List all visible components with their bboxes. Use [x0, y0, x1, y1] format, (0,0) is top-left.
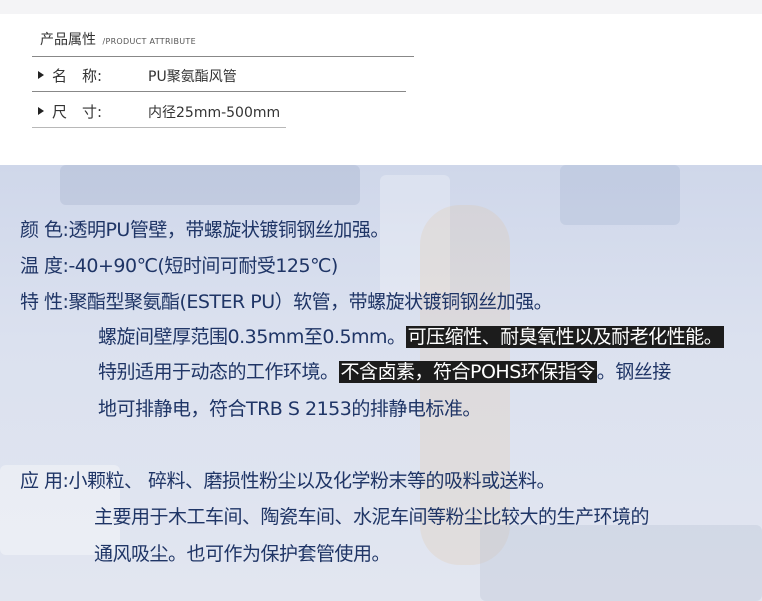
- spec-feature-line2: 螺旋间壁厚范围0.35mm至0.5mm。 可压缩性、耐臭氧性以及耐老化性能。: [98, 322, 725, 349]
- spec-highlight: 可压缩性、耐臭氧性以及耐老化性能。: [405, 326, 725, 348]
- spec-text: 小颗粒、 碎料、磨损性粉尘以及化学粉末等的吸料或送料。: [68, 470, 555, 492]
- bullet-triangle-icon: [38, 71, 44, 79]
- attribute-value: PU聚氨酯风管: [148, 69, 237, 85]
- spec-text: -40+90℃(短时间可耐受125℃): [68, 255, 338, 277]
- spec-label: 应 用:: [20, 470, 69, 492]
- attribute-row-name: 名 称: PU聚氨酯风管: [38, 65, 237, 86]
- spec-text: 主要用于木工车间、陶瓷车间、水泥车间等粉尘比较大的生产环境的: [94, 506, 650, 528]
- title-divider: [32, 56, 414, 57]
- fade-overlay: [0, 118, 762, 165]
- spec-usage-line2: 主要用于木工车间、陶瓷车间、水泥车间等粉尘比较大的生产环境的: [94, 502, 650, 529]
- spec-label: 特 性:: [20, 291, 69, 313]
- spec-temperature: 温 度:-40+90℃(短时间可耐受125℃): [20, 251, 338, 278]
- spec-text: 透明PU管壁，带螺旋状镀铜钢丝加强。: [68, 219, 389, 241]
- spec-label: 颜 色:: [20, 219, 69, 241]
- attribute-title-cn: 产品属性: [40, 32, 96, 48]
- spec-label: 温 度:: [20, 255, 69, 277]
- background-machine: [60, 165, 360, 205]
- bullet-triangle-icon: [38, 107, 44, 115]
- attribute-title-en: /PRODUCT ATTRIBUTE: [102, 37, 196, 46]
- spec-feature-line4: 地可排静电，符合TRB S 2153的排静电标准。: [98, 394, 481, 421]
- spec-color: 颜 色:透明PU管壁，带螺旋状镀铜钢丝加强。: [20, 215, 389, 242]
- spec-text: 特别适用于动态的工作环境。: [98, 361, 339, 383]
- row-divider: [32, 91, 406, 92]
- product-attribute-section: 产品属性 /PRODUCT ATTRIBUTE 名 称: PU聚氨酯风管 尺 寸:…: [0, 0, 762, 165]
- spec-text: 聚酯型聚氨酯(ESTER PU）软管，带螺旋状镀铜钢丝加强。: [68, 291, 553, 313]
- spec-text: 。钢丝接: [596, 361, 672, 383]
- spec-panel: 颜 色:透明PU管壁，带螺旋状镀铜钢丝加强。 温 度:-40+90℃(短时间可耐…: [0, 165, 762, 601]
- spec-usage: 应 用:小颗粒、 碎料、磨损性粉尘以及化学粉末等的吸料或送料。: [20, 466, 555, 493]
- spec-usage-line3: 通风吸尘。也可作为保护套管使用。: [94, 539, 391, 566]
- spec-feature: 特 性:聚酯型聚氨酯(ESTER PU）软管，带螺旋状镀铜钢丝加强。: [20, 287, 553, 314]
- spec-text: 通风吸尘。也可作为保护套管使用。: [94, 543, 391, 565]
- attribute-key: 名 称:: [52, 67, 103, 85]
- background-machine: [480, 525, 762, 601]
- spec-highlight: 不含卤素，符合POHS环保指令: [338, 361, 597, 383]
- background-machine: [560, 165, 680, 225]
- attribute-title: 产品属性 /PRODUCT ATTRIBUTE: [40, 29, 196, 49]
- spec-text: 螺旋间壁厚范围0.35mm至0.5mm。: [98, 326, 406, 348]
- spec-text: 地可排静电，符合TRB S 2153的排静电标准。: [98, 398, 481, 420]
- spec-feature-line3: 特别适用于动态的工作环境。 不含卤素，符合POHS环保指令 。钢丝接: [98, 357, 671, 384]
- top-band: [0, 0, 762, 14]
